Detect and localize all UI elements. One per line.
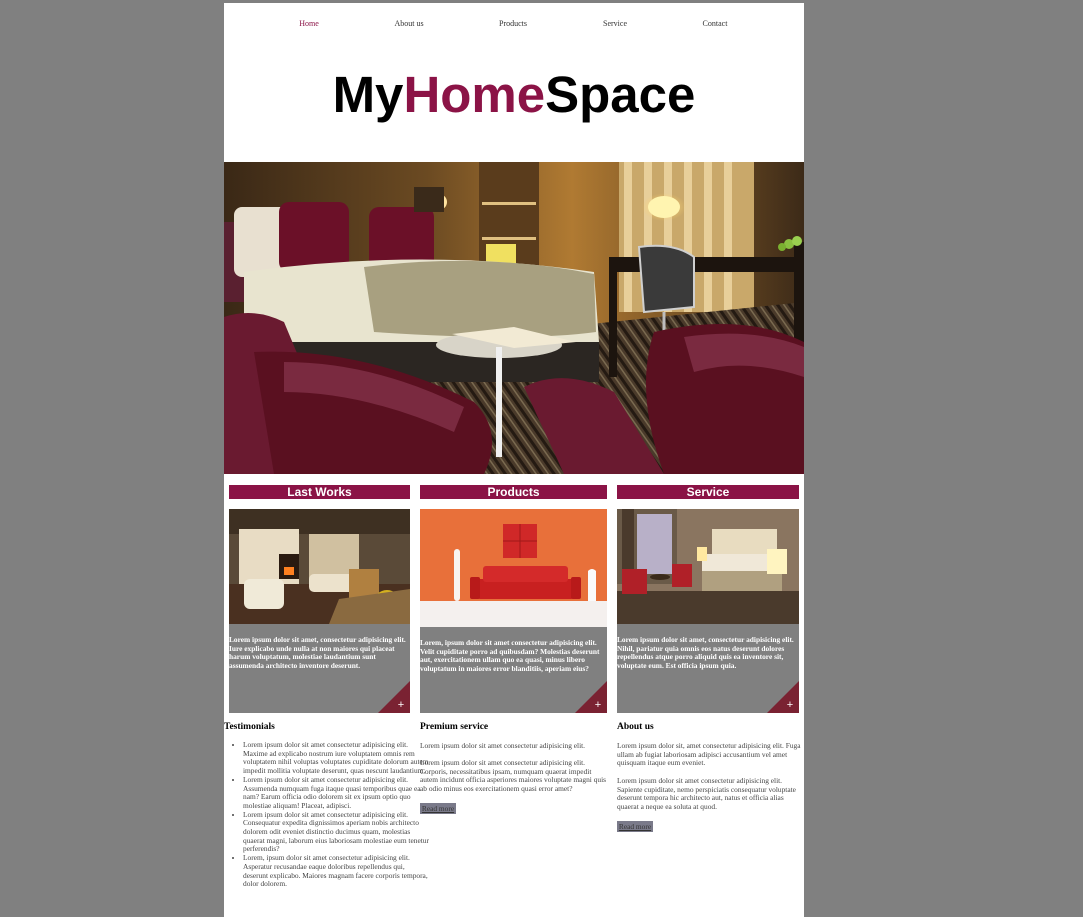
service-card[interactable]: Lorem ipsum dolor sit amet, consectetur … (617, 509, 799, 713)
products-heading: Products (420, 485, 607, 499)
testimonial-item: Lorem ipsum dolor sit amet consectetur a… (243, 740, 429, 776)
testimonial-item: Lorem ipsum dolor sit amet consectetur a… (243, 810, 429, 855)
premium-service-paragraph-2: Lorem ipsum dolor sit amet consectetur a… (420, 758, 607, 794)
premium-service-heading: Premium service (420, 722, 489, 732)
plus-icon: + (378, 681, 410, 713)
red-sofa-image (420, 509, 607, 627)
products-card[interactable]: Lorem, ipsum dolor sit amet consectetur … (420, 509, 607, 713)
nav-products-link[interactable]: Products (499, 19, 527, 28)
last-works-more-button[interactable]: + (378, 681, 410, 713)
hotel-room-illustration (617, 509, 799, 624)
svg-text:+: + (787, 699, 793, 711)
hero-image (224, 162, 804, 474)
hotel-bedroom-illustration (224, 162, 804, 474)
living-room-image (229, 509, 410, 624)
hotel-room-image (617, 509, 799, 624)
top-navigation: Home About us Products Service Contact (224, 3, 804, 45)
service-text: Lorem ipsum dolor sit amet, consectetur … (617, 635, 794, 670)
svg-text:+: + (398, 699, 404, 711)
premium-service-paragraph-1: Lorem ipsum dolor sit amet consectetur a… (420, 741, 586, 750)
about-read-more-button[interactable]: Read more (617, 821, 653, 832)
living-room-illustration (229, 509, 410, 624)
about-us-heading: About us (617, 722, 654, 732)
service-heading: Service (617, 485, 799, 499)
testimonial-item: Lorem ipsum dolor sit amet consectetur a… (243, 775, 429, 811)
nav-service-link[interactable]: Service (603, 19, 627, 28)
logo-my: My (332, 66, 404, 123)
last-works-heading: Last Works (229, 485, 410, 499)
logo-home: Home (403, 66, 546, 123)
premium-read-more-button[interactable]: Read more (420, 803, 456, 814)
last-works-text: Lorem ipsum dolor sit amet, consectetur … (229, 635, 406, 670)
nav-home-link[interactable]: Home (299, 19, 319, 28)
nav-contact-link[interactable]: Contact (703, 19, 728, 28)
testimonials-list: Lorem ipsum dolor sit amet consectetur a… (224, 740, 429, 889)
about-us-paragraph-1: Lorem ipsum dolor sit, amet consectetur … (617, 741, 801, 768)
site-logo[interactable]: MyHomeSpace (224, 69, 804, 120)
service-more-button[interactable]: + (767, 681, 799, 713)
last-works-card[interactable]: Lorem ipsum dolor sit amet, consectetur … (229, 509, 410, 713)
products-more-button[interactable]: + (575, 681, 607, 713)
plus-icon: + (575, 681, 607, 713)
logo-space: Space (545, 66, 696, 123)
testimonials-heading: Testimonials (224, 722, 275, 732)
nav-about-link[interactable]: About us (394, 19, 423, 28)
page: Home About us Products Service Contact M… (224, 3, 804, 917)
plus-icon: + (767, 681, 799, 713)
red-sofa-illustration (420, 509, 607, 627)
testimonial-item: Lorem, ipsum dolor sit amet consectetur … (243, 853, 429, 889)
svg-text:+: + (595, 699, 601, 711)
products-text: Lorem, ipsum dolor sit amet consectetur … (420, 638, 600, 673)
about-us-paragraph-2: Lorem ipsum dolor sit amet consectetur a… (617, 776, 796, 812)
